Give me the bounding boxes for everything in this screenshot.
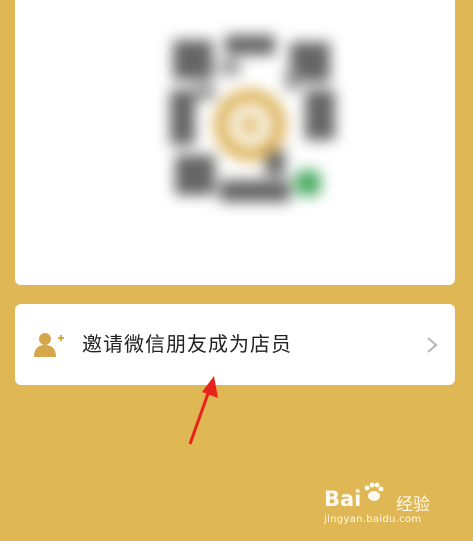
baidu-watermark: Bai 经验 jingyan.baidu.com xyxy=(324,482,449,531)
paw-icon xyxy=(364,482,384,501)
qr-code-image xyxy=(165,30,340,210)
add-user-icon xyxy=(34,333,64,357)
watermark-url: jingyan.baidu.com xyxy=(324,514,422,525)
chevron-right-icon xyxy=(427,337,438,353)
invite-wechat-friends-row[interactable]: 邀请微信朋友成为店员 xyxy=(15,304,455,385)
watermark-name: 经验 xyxy=(396,495,430,515)
watermark-logo: Bai xyxy=(324,487,362,511)
qr-code-card xyxy=(15,0,455,285)
annotation-arrow xyxy=(188,376,218,445)
